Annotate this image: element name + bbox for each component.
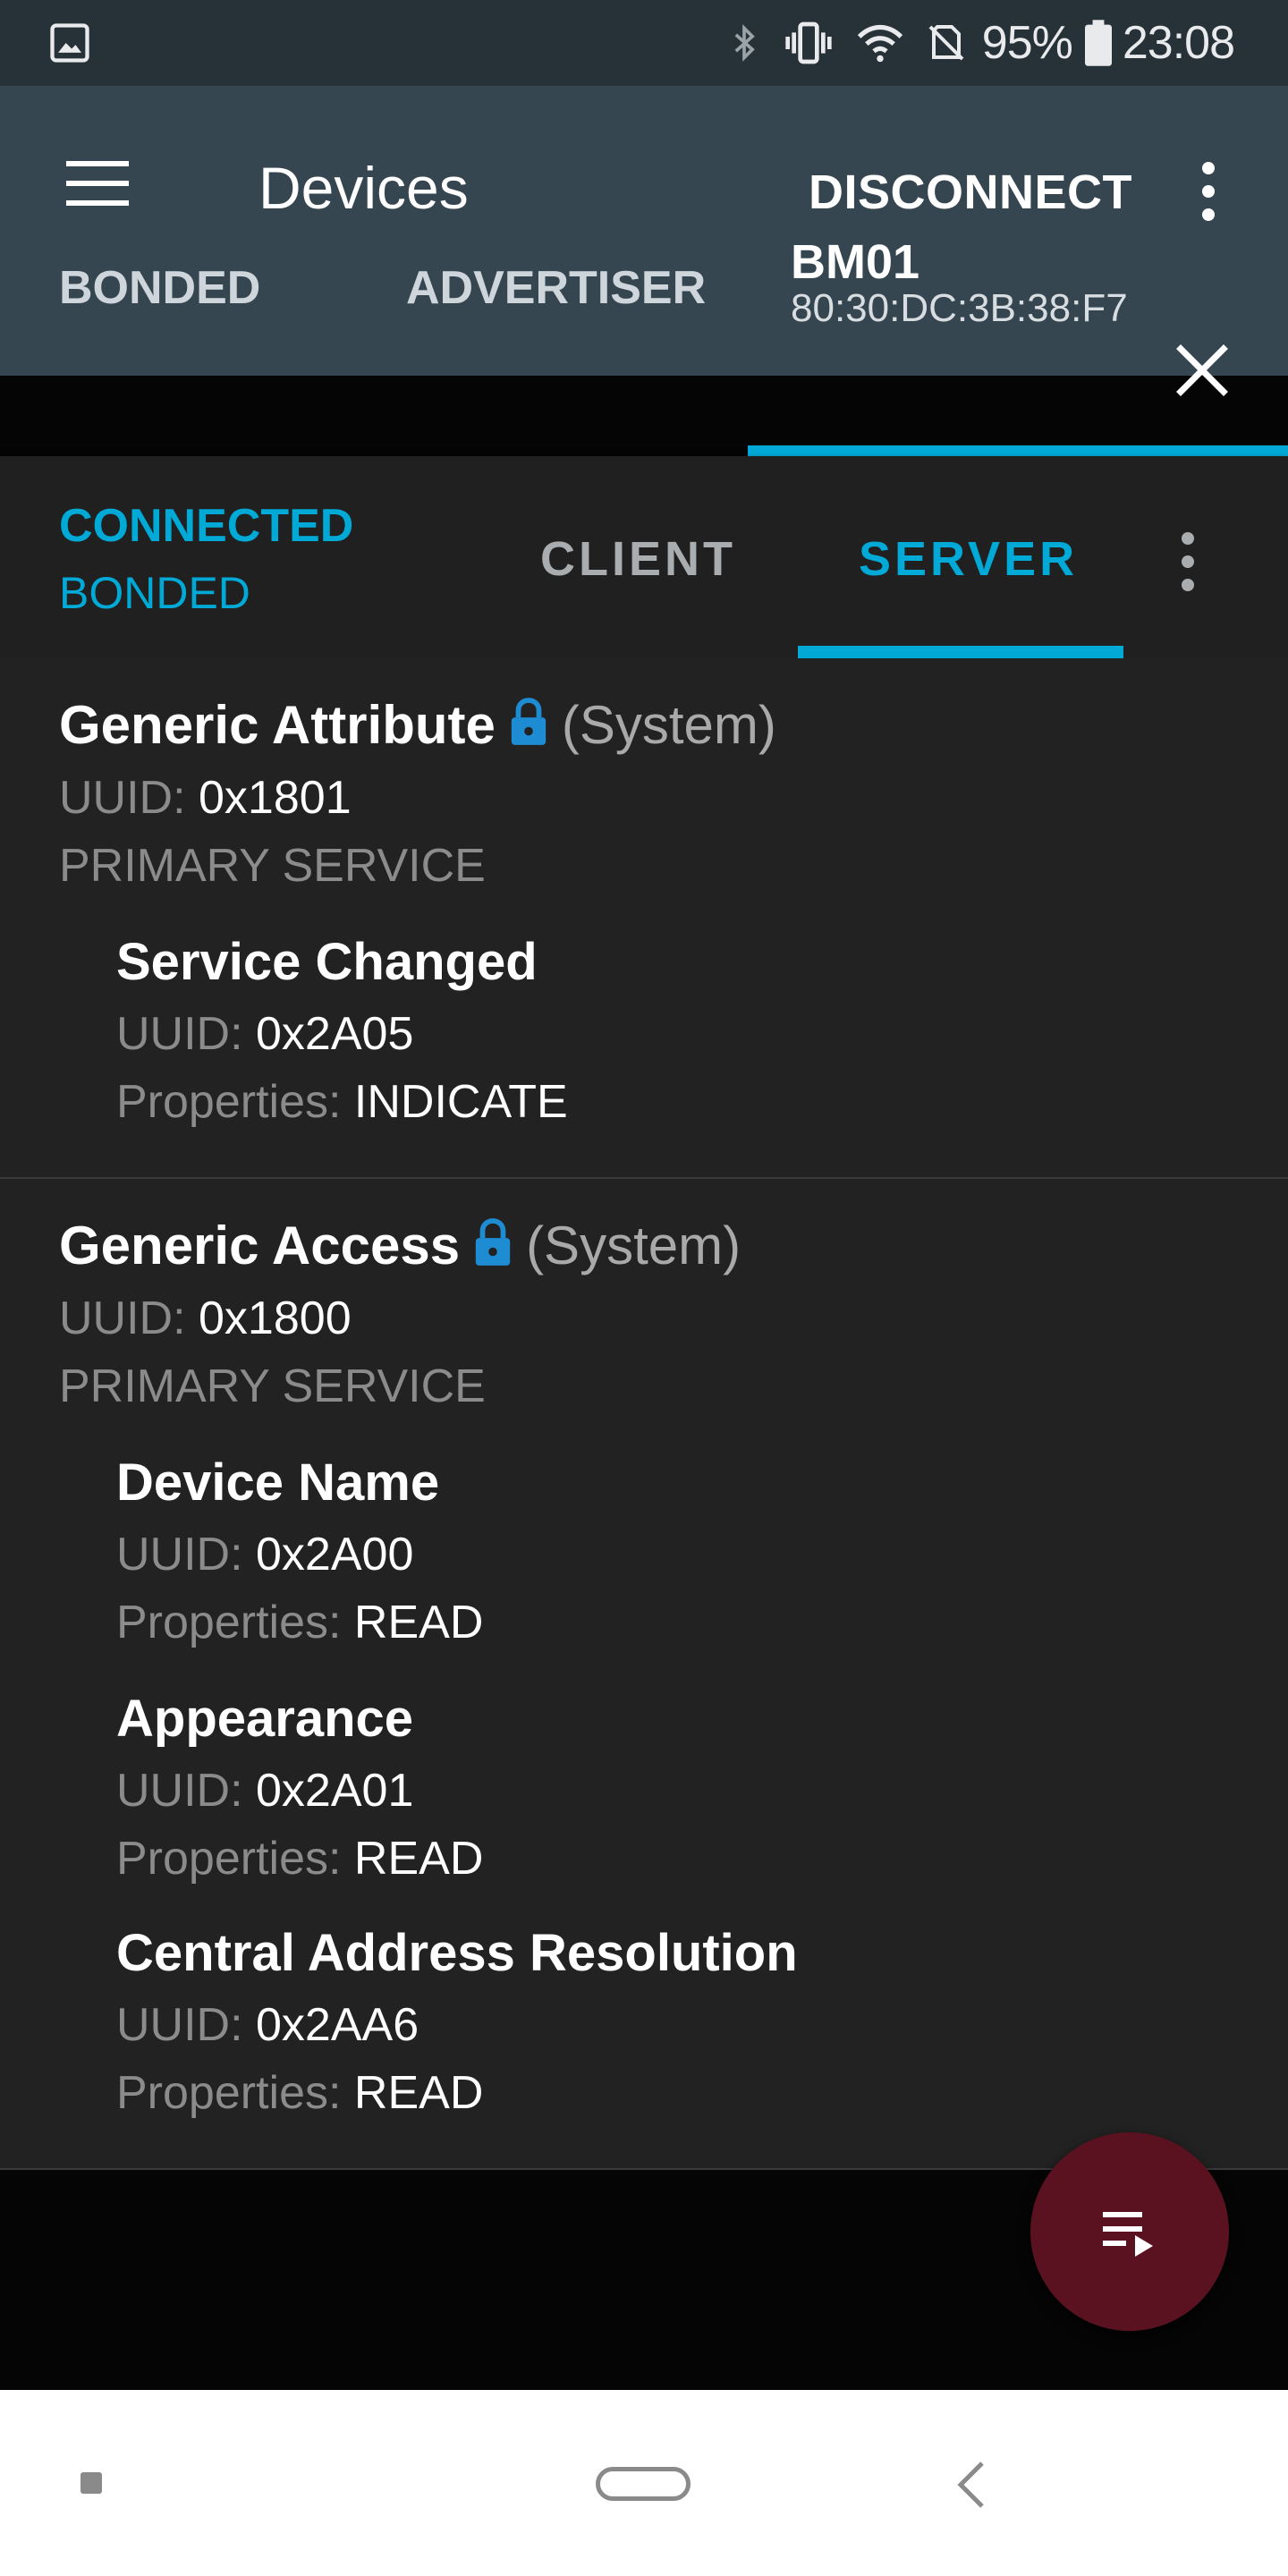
service-item[interactable]: Generic Attribute (System) UUID: 0x1801 … (0, 658, 1288, 1179)
no-sim-icon (928, 25, 964, 61)
characteristic-properties: Properties: READ (116, 1833, 484, 1885)
characteristic-uuid: UUID: 0x2A00 (116, 1529, 414, 1580)
more-vert-icon[interactable] (1166, 526, 1209, 597)
characteristic-name[interactable]: Appearance (116, 1689, 413, 1749)
status-bar: 95% 23:08 (0, 0, 1288, 86)
service-tag: (System) (561, 695, 776, 755)
tab-server[interactable]: SERVER (859, 531, 1078, 587)
service-title: Generic Attribute (System) (59, 694, 776, 756)
connection-bar: CONNECTED BONDED CLIENT SERVER (0, 456, 1288, 658)
tab-device-address: 80:30:DC:3B:38:F7 (791, 286, 1128, 330)
tab-advertiser[interactable]: ADVERTISER (406, 261, 706, 315)
characteristic-uuid: UUID: 0x2AA6 (116, 1999, 419, 2051)
image-icon (50, 23, 89, 63)
bluetooth-icon (734, 24, 755, 62)
log-fab-button[interactable] (1030, 2132, 1229, 2331)
bond-state: BONDED (59, 568, 250, 618)
characteristic-uuid: UUID: 0x2A05 (116, 1008, 414, 1060)
tab-bonded[interactable]: BONDED (59, 261, 260, 315)
service-type: PRIMARY SERVICE (59, 840, 486, 892)
characteristic-name[interactable]: Central Address Resolution (116, 1923, 798, 1983)
characteristic-properties: Properties: READ (116, 1597, 484, 1648)
tab-device-name[interactable]: BM01 (791, 234, 919, 290)
service-uuid: UUID: 0x1801 (59, 772, 352, 824)
battery-icon (1084, 20, 1112, 66)
lock-icon (511, 698, 547, 745)
menu-icon[interactable] (57, 152, 138, 215)
device-tab-indicator (748, 445, 1288, 456)
system-nav-bar (0, 2390, 1288, 2576)
clock: 23:08 (1122, 17, 1235, 69)
app-bar: Devices DISCONNECT (0, 86, 1288, 376)
server-tab-indicator (798, 646, 1123, 658)
characteristic-properties: Properties: READ (116, 2067, 484, 2119)
back-icon[interactable] (953, 2458, 989, 2512)
characteristic-properties: Properties: INDICATE (116, 1076, 568, 1128)
close-icon[interactable] (1174, 342, 1231, 399)
more-vert-icon[interactable] (1186, 156, 1231, 227)
services-list[interactable]: Generic Attribute (System) UUID: 0x1801 … (0, 658, 1288, 2170)
connection-state: CONNECTED (59, 500, 354, 552)
wifi-icon (857, 24, 902, 63)
disconnect-button[interactable]: DISCONNECT (809, 165, 1132, 220)
service-name: Generic Attribute (59, 695, 496, 755)
characteristic-name[interactable]: Device Name (116, 1453, 439, 1513)
characteristic-name[interactable]: Service Changed (116, 932, 538, 992)
characteristic-uuid: UUID: 0x2A01 (116, 1765, 414, 1817)
tab-client[interactable]: CLIENT (540, 531, 736, 587)
page-title: Devices (258, 155, 469, 221)
lock-icon (475, 1218, 511, 1266)
vibrate-icon (785, 21, 832, 64)
service-tag: (System) (526, 1216, 741, 1275)
home-icon[interactable] (596, 2467, 691, 2501)
service-uuid: UUID: 0x1800 (59, 1292, 352, 1344)
service-type: PRIMARY SERVICE (59, 1360, 486, 1412)
service-name: Generic Access (59, 1216, 461, 1275)
service-title: Generic Access (System) (59, 1215, 741, 1276)
service-item[interactable]: Generic Access (System) UUID: 0x1800 PRI… (0, 1179, 1288, 2170)
playlist-play-icon (1103, 2212, 1153, 2257)
recent-apps-icon[interactable] (80, 2472, 102, 2494)
battery-percent: 95% (981, 17, 1073, 69)
